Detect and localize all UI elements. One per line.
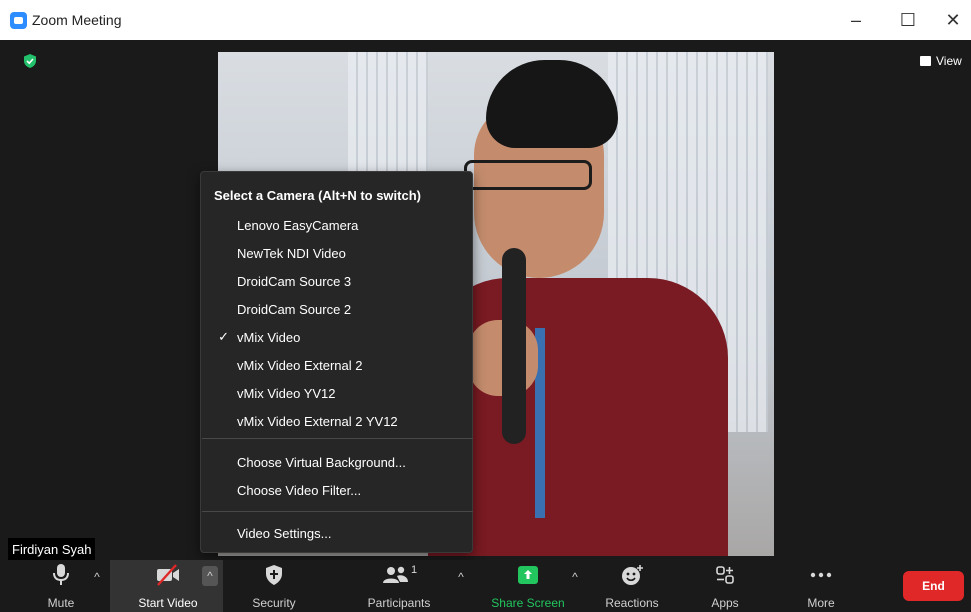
- microphone: [502, 248, 526, 444]
- menu-divider: [202, 438, 473, 439]
- more-dots-icon: [808, 562, 834, 588]
- share-screen-button[interactable]: Share Screen: [486, 560, 570, 612]
- camera-option-vmix-video-yv12[interactable]: vMix Video YV12: [201, 379, 472, 407]
- reactions-button[interactable]: Reactions: [600, 560, 664, 612]
- participants-count: 1: [410, 564, 418, 576]
- choose-virtual-background-option[interactable]: Choose Virtual Background...: [201, 448, 472, 476]
- start-video-label: Start Video: [138, 596, 198, 610]
- participants-label: Participants: [367, 596, 431, 610]
- participants-button[interactable]: 1 Participants: [358, 560, 440, 612]
- camera-menu-title: Select a Camera (Alt+N to switch): [214, 188, 421, 203]
- apps-icon: [712, 562, 738, 588]
- apps-button[interactable]: Apps: [700, 560, 750, 612]
- view-button[interactable]: View: [920, 54, 962, 68]
- menu-divider: [202, 511, 473, 512]
- start-video-button[interactable]: Start Video: [128, 560, 208, 612]
- minimize-button[interactable]: –: [838, 8, 874, 32]
- choose-video-filter-option[interactable]: Choose Video Filter...: [201, 476, 472, 504]
- glasses: [464, 160, 592, 190]
- view-label: View: [936, 54, 962, 68]
- camera-option-vmix-video-external-2[interactable]: vMix Video External 2: [201, 351, 472, 379]
- participant-name-tag: Firdiyan Syah: [8, 538, 96, 560]
- grid-view-icon: [920, 56, 931, 66]
- window-top-edge: [0, 0, 971, 4]
- participants-icon: 1: [377, 562, 421, 588]
- person-hair: [486, 60, 618, 148]
- participants-options-caret-icon[interactable]: ^: [454, 570, 468, 584]
- reactions-emoji-icon: [619, 562, 645, 588]
- more-label: More: [807, 596, 835, 610]
- checkmark-icon: ✓: [218, 329, 229, 344]
- end-meeting-button[interactable]: End: [903, 571, 964, 601]
- camera-option-droidcam-source-3[interactable]: DroidCam Source 3: [201, 267, 472, 295]
- share-options-caret-icon[interactable]: ^: [568, 570, 582, 584]
- security-button[interactable]: Security: [246, 560, 302, 612]
- apps-label: Apps: [711, 596, 739, 610]
- video-settings-option[interactable]: Video Settings...: [201, 519, 472, 547]
- camera-option-newtek-ndi-video[interactable]: NewTek NDI Video: [201, 239, 472, 267]
- close-button[interactable]: ✕: [935, 8, 971, 32]
- security-label: Security: [252, 596, 296, 610]
- more-button[interactable]: More: [796, 560, 846, 612]
- mute-button[interactable]: Mute: [38, 560, 84, 612]
- video-off-icon: [155, 562, 181, 588]
- share-screen-label: Share Screen: [491, 596, 565, 610]
- camera-option-lenovo-easycamera[interactable]: Lenovo EasyCamera: [201, 211, 472, 239]
- window-title: Zoom Meeting: [32, 12, 122, 28]
- camera-option-vmix-video-external-2-yv12[interactable]: vMix Video External 2 YV12: [201, 407, 472, 435]
- camera-option-vmix-video[interactable]: ✓ vMix Video: [201, 323, 472, 351]
- microphone-icon: [48, 562, 74, 588]
- mute-options-caret-icon[interactable]: ^: [90, 570, 104, 584]
- maximize-button[interactable]: ☐: [890, 8, 926, 32]
- zoom-app-icon: [10, 12, 27, 29]
- shield-icon: [261, 562, 287, 588]
- share-screen-icon: [515, 562, 541, 588]
- person-jacket: [428, 278, 728, 556]
- reactions-label: Reactions: [605, 596, 659, 610]
- mute-label: Mute: [47, 596, 75, 610]
- camera-option-droidcam-source-2[interactable]: DroidCam Source 2: [201, 295, 472, 323]
- meeting-toolbar: Mute ^ Start Video ^ Security 1 Particip…: [0, 560, 971, 612]
- title-bar: Zoom Meeting – ☐ ✕: [0, 0, 971, 40]
- security-shield-icon[interactable]: [23, 54, 37, 68]
- video-options-caret-icon[interactable]: ^: [202, 566, 218, 586]
- meeting-area: View Firdiyan Syah: [0, 40, 971, 560]
- camera-select-menu: Select a Camera (Alt+N to switch) Lenovo…: [200, 171, 473, 553]
